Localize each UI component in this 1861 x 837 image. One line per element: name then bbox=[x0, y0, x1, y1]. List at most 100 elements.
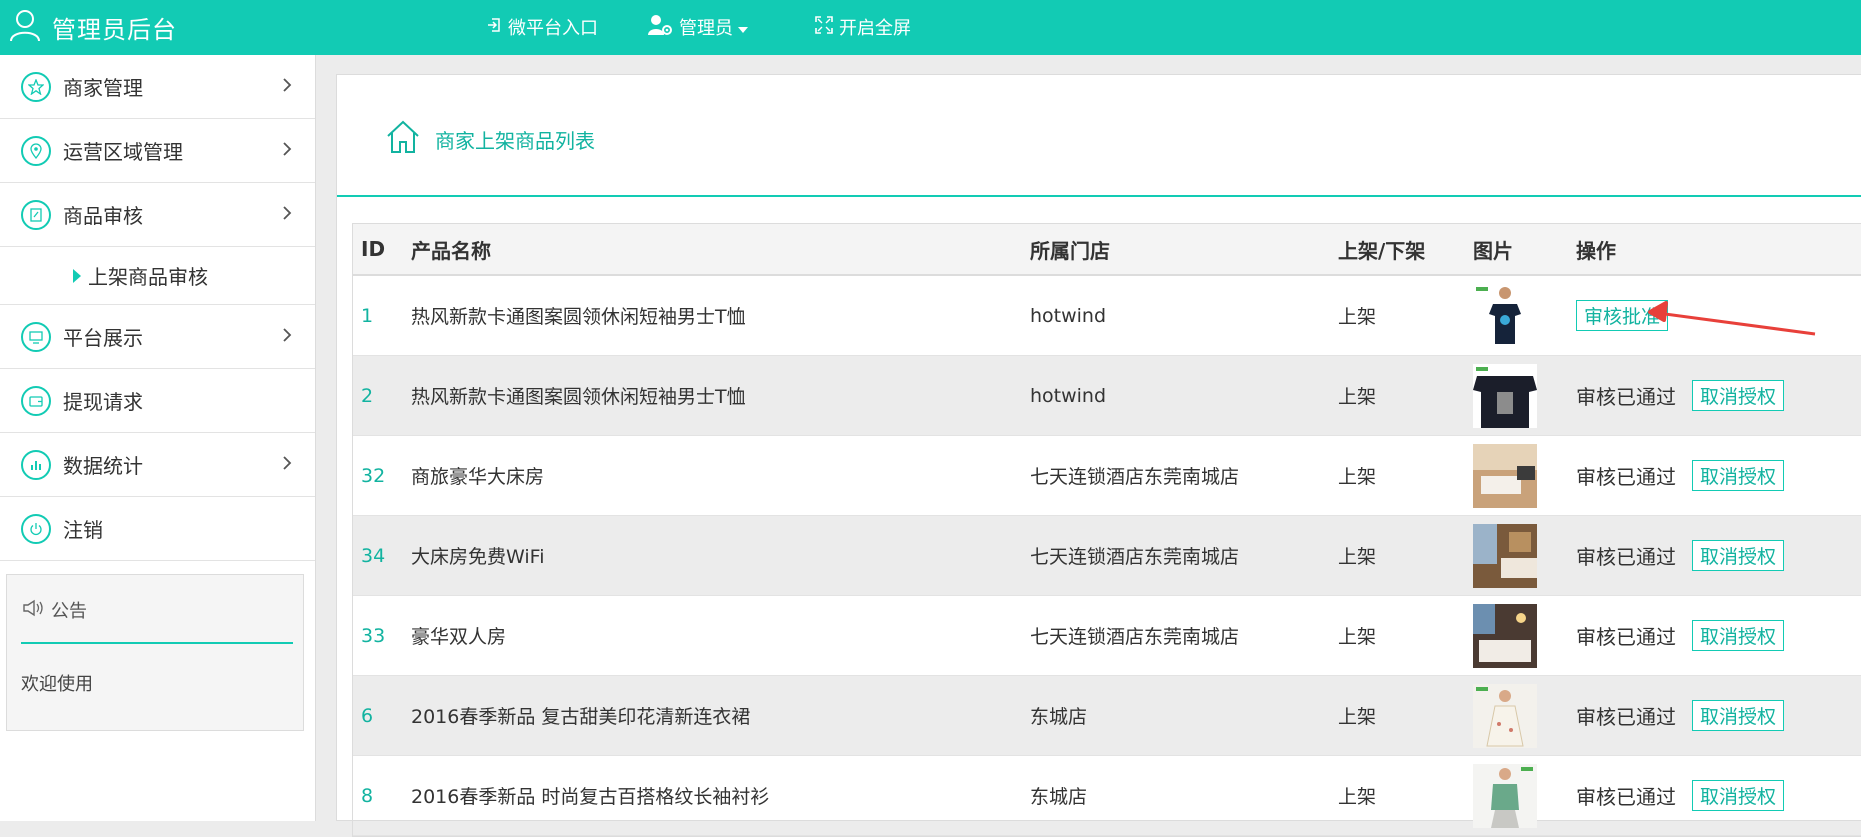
product-thumbnail bbox=[1473, 363, 1537, 428]
row-store: 东城店 bbox=[1030, 706, 1088, 728]
row-store: hotwind bbox=[1030, 304, 1107, 327]
approved-status: 审核已通过 bbox=[1576, 785, 1676, 809]
table-row: 32 商旅豪华大床房 七天连锁酒店东莞南城店 上架 审核已通过 取消授权 bbox=[353, 436, 1861, 516]
approved-status: 审核已通过 bbox=[1576, 545, 1676, 569]
row-id: 6 bbox=[361, 704, 374, 727]
sidebar-item-label: 平台展示 bbox=[63, 326, 143, 350]
row-picture bbox=[1473, 276, 1537, 355]
product-thumbnail bbox=[1473, 283, 1537, 348]
row-operations: 审核已通过 取消授权 bbox=[1576, 356, 1785, 435]
row-operations: 审核已通过 取消授权 bbox=[1576, 516, 1785, 595]
star-icon bbox=[21, 71, 51, 102]
sidebar-item-label: 提现请求 bbox=[63, 390, 143, 414]
row-product-name: 2016春季新品 复古甜美印花清新连衣裙 bbox=[411, 706, 751, 728]
sidebar-item-product-review[interactable]: 商品审核 bbox=[0, 183, 315, 247]
row-picture bbox=[1473, 596, 1537, 675]
row-store: 七天连锁酒店东莞南城店 bbox=[1030, 626, 1240, 648]
app-title: 管理员后台 bbox=[52, 15, 177, 44]
caret-down-icon bbox=[738, 17, 754, 38]
product-thumbnail bbox=[1473, 683, 1537, 748]
table-row: 34 大床房免费WiFi 七天连锁酒店东莞南城店 上架 审核已通过 取消授权 bbox=[353, 516, 1861, 596]
row-shelf-status: 上架 bbox=[1338, 386, 1377, 408]
row-product-name: 热风新款卡通图案圆领休闲短袖男士T恤 bbox=[411, 306, 746, 328]
sidebar-item-region[interactable]: 运营区域管理 bbox=[0, 119, 315, 183]
row-operations: 审核已通过 取消授权 bbox=[1576, 596, 1785, 675]
row-shelf-status: 上架 bbox=[1338, 706, 1377, 728]
chevron-right-icon bbox=[283, 328, 292, 342]
admin-label: 管理员 bbox=[679, 18, 733, 39]
sidebar-item-statistics[interactable]: 数据统计 bbox=[0, 433, 315, 497]
revoke-button[interactable]: 取消授权 bbox=[1692, 620, 1785, 651]
breadcrumb-divider bbox=[337, 195, 1861, 197]
row-product-name: 商旅豪华大床房 bbox=[411, 466, 545, 488]
row-id: 33 bbox=[361, 624, 386, 647]
fullscreen-label: 开启全屏 bbox=[839, 18, 911, 39]
row-id: 2 bbox=[361, 384, 374, 407]
breadcrumb: 商家上架商品列表 bbox=[385, 119, 595, 159]
row-store: 七天连锁酒店东莞南城店 bbox=[1030, 466, 1240, 488]
table-row: 33 豪华双人房 七天连锁酒店东莞南城店 上架 审核已通过 取消授权 bbox=[353, 596, 1861, 676]
column-header-store: 所属门店 bbox=[1030, 238, 1110, 263]
annotation-arrow bbox=[1648, 301, 1816, 336]
sidebar: 商家管理 运营区域管理 商品审核 上架商品审核 平台展示 提现请求 数据统计 注… bbox=[0, 55, 316, 821]
table-header-row: ID 产品名称 所属门店 上架/下架 图片 操作 bbox=[353, 224, 1861, 276]
revoke-button[interactable]: 取消授权 bbox=[1692, 460, 1785, 491]
revoke-button[interactable]: 取消授权 bbox=[1692, 540, 1785, 571]
sidebar-subitem-shelf-review[interactable]: 上架商品审核 bbox=[0, 247, 315, 305]
table-row: 6 2016春季新品 复古甜美印花清新连衣裙 东城店 上架 审核已通过 取消授权 bbox=[353, 676, 1861, 756]
document-edit-icon bbox=[21, 199, 51, 230]
sidebar-item-merchant[interactable]: 商家管理 bbox=[0, 55, 315, 119]
expand-icon bbox=[815, 15, 839, 39]
brand: 管理员后台 bbox=[8, 9, 177, 45]
sidebar-item-label: 运营区域管理 bbox=[63, 140, 183, 164]
wechat-entry-label: 微平台入口 bbox=[508, 18, 598, 39]
sidebar-subitem-label: 上架商品审核 bbox=[88, 265, 208, 289]
approved-status: 审核已通过 bbox=[1576, 705, 1676, 729]
row-id: 1 bbox=[361, 304, 374, 327]
row-shelf-status: 上架 bbox=[1338, 786, 1377, 808]
table-row: 2 热风新款卡通图案圆领休闲短袖男士T恤 hotwind 上架 审核已通过 取消… bbox=[353, 356, 1861, 436]
home-icon[interactable] bbox=[385, 119, 421, 159]
revoke-button[interactable]: 取消授权 bbox=[1692, 780, 1785, 811]
speaker-icon bbox=[21, 599, 45, 622]
row-picture bbox=[1473, 516, 1537, 595]
chevron-right-icon bbox=[283, 142, 292, 156]
column-header-shelf: 上架/下架 bbox=[1338, 238, 1426, 263]
fullscreen-toggle[interactable]: 开启全屏 bbox=[815, 12, 911, 42]
column-header-operation: 操作 bbox=[1576, 238, 1616, 263]
row-picture bbox=[1473, 356, 1537, 435]
sidebar-item-platform-display[interactable]: 平台展示 bbox=[0, 305, 315, 369]
sidebar-item-label: 商品审核 bbox=[63, 204, 143, 228]
wechat-entry-link[interactable]: 微平台入口 bbox=[486, 12, 598, 42]
sidebar-item-label: 数据统计 bbox=[63, 454, 143, 478]
row-product-name: 豪华双人房 bbox=[411, 626, 507, 648]
notice-divider bbox=[21, 642, 293, 644]
main-panel: 商家上架商品列表 ID 产品名称 所属门店 上架/下架 图片 操作 1 热风新款… bbox=[336, 74, 1861, 837]
sidebar-item-withdraw[interactable]: 提现请求 bbox=[0, 369, 315, 433]
product-thumbnail bbox=[1473, 763, 1537, 828]
sidebar-item-logout[interactable]: 注销 bbox=[0, 497, 315, 561]
revoke-button[interactable]: 取消授权 bbox=[1692, 700, 1785, 731]
chevron-right-icon bbox=[283, 206, 292, 220]
row-picture bbox=[1473, 436, 1537, 515]
breadcrumb-text[interactable]: 商家上架商品列表 bbox=[435, 125, 595, 154]
power-icon bbox=[21, 513, 51, 544]
admin-menu[interactable]: 管理员 bbox=[647, 12, 754, 42]
notice-panel: 公告 欢迎使用 bbox=[6, 574, 304, 731]
row-store: hotwind bbox=[1030, 384, 1107, 407]
row-product-name: 2016春季新品 时尚复古百搭格纹长袖衬衫 bbox=[411, 786, 770, 808]
approved-status: 审核已通过 bbox=[1576, 465, 1676, 489]
column-header-id: ID bbox=[361, 237, 386, 261]
row-operations: 审核已通过 取消授权 bbox=[1576, 676, 1785, 755]
wallet-icon bbox=[21, 385, 51, 416]
row-id: 34 bbox=[361, 544, 386, 567]
user-gear-icon bbox=[647, 13, 679, 42]
row-shelf-status: 上架 bbox=[1338, 306, 1377, 328]
chevron-right-icon bbox=[283, 456, 292, 470]
approved-status: 审核已通过 bbox=[1576, 385, 1676, 409]
revoke-button[interactable]: 取消授权 bbox=[1692, 380, 1785, 411]
row-store: 七天连锁酒店东莞南城店 bbox=[1030, 546, 1240, 568]
product-thumbnail bbox=[1473, 603, 1537, 668]
row-picture bbox=[1473, 676, 1537, 755]
row-id: 32 bbox=[361, 464, 386, 487]
